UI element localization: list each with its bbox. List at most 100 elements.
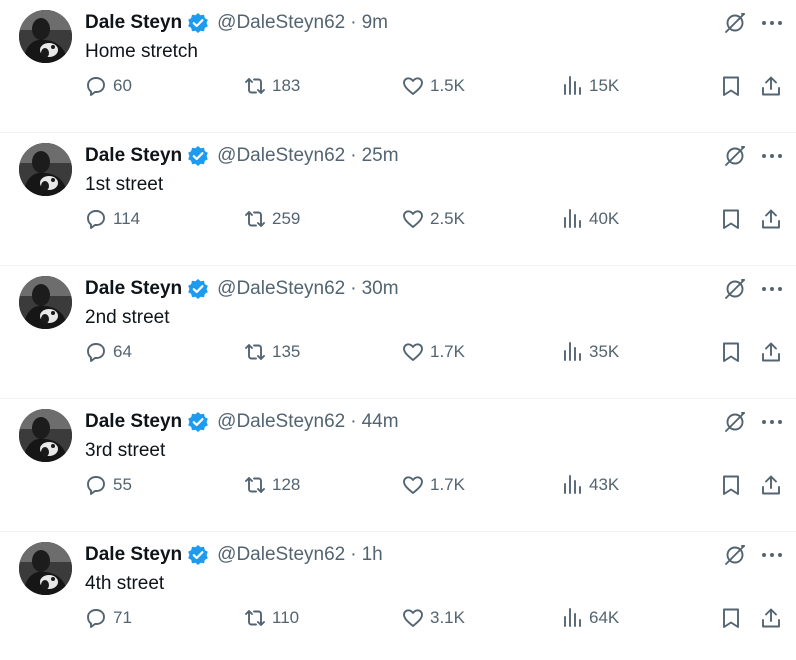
author-name[interactable]: Dale Steyn [85, 411, 182, 433]
tweet-actions: 64 135 1.7K 35K [0, 340, 796, 364]
views-count: 64K [589, 608, 620, 627]
reply-button[interactable]: 60 [84, 74, 132, 98]
share-icon [762, 209, 780, 229]
reply-count: 64 [113, 342, 132, 361]
bookmark-button[interactable] [719, 207, 743, 231]
more-icon[interactable] [759, 276, 785, 302]
like-button[interactable]: 1.7K [401, 473, 465, 497]
tweet-text: 3rd street [85, 440, 166, 461]
author-name[interactable]: Dale Steyn [85, 278, 182, 300]
grok-icon[interactable] [722, 143, 748, 169]
bookmark-icon [723, 209, 739, 229]
separator-dot: · [350, 145, 357, 166]
heart-icon [403, 609, 423, 627]
tweet-text: 1st street [85, 174, 164, 195]
retweet-button[interactable]: 183 [243, 74, 300, 98]
like-button[interactable]: 1.7K [401, 340, 465, 364]
author-name[interactable]: Dale Steyn [85, 12, 182, 34]
grok-icon[interactable] [722, 10, 748, 36]
retweet-icon [245, 477, 265, 493]
retweet-count: 135 [272, 342, 301, 361]
bookmark-button[interactable] [719, 74, 743, 98]
tweet-header: Dale Steyn @DaleSteyn62 · 44m [85, 410, 399, 434]
views-count: 35K [589, 342, 620, 361]
views-button[interactable]: 40K [560, 207, 619, 231]
more-icon[interactable] [759, 542, 785, 568]
reply-count: 114 [113, 209, 141, 228]
timestamp-link[interactable]: 30m [362, 278, 399, 300]
avatar[interactable] [19, 542, 72, 595]
avatar[interactable] [19, 143, 72, 196]
views-count: 15K [589, 76, 620, 95]
tweet[interactable]: Dale Steyn @DaleSteyn62 · 44m 3rd street [0, 399, 796, 532]
heart-icon [403, 77, 423, 95]
bookmark-button[interactable] [719, 473, 743, 497]
avatar-photo-icon [19, 10, 72, 63]
share-button[interactable] [759, 207, 783, 231]
tweet-text: 2nd street [85, 307, 170, 328]
more-icon[interactable] [759, 143, 785, 169]
retweet-button[interactable]: 135 [243, 340, 300, 364]
author-name[interactable]: Dale Steyn [85, 145, 182, 167]
like-count: 3.1K [430, 608, 465, 627]
timestamp-link[interactable]: 44m [362, 411, 399, 433]
avatar[interactable] [19, 10, 72, 63]
tweet-text: Home stretch [85, 41, 198, 62]
share-button[interactable] [759, 74, 783, 98]
avatar[interactable] [19, 276, 72, 329]
share-button[interactable] [759, 473, 783, 497]
timestamp-link[interactable]: 25m [362, 145, 399, 167]
bookmark-icon [723, 608, 739, 628]
tweet-header: Dale Steyn @DaleSteyn62 · 9m [85, 11, 388, 35]
timestamp-link[interactable]: 1h [362, 544, 383, 566]
like-button[interactable]: 3.1K [401, 606, 465, 630]
author-handle[interactable]: @DaleSteyn62 [217, 411, 345, 433]
bookmark-button[interactable] [719, 340, 743, 364]
share-button[interactable] [759, 340, 783, 364]
retweet-button[interactable]: 110 [243, 606, 299, 630]
views-button[interactable]: 35K [560, 340, 619, 364]
tweet[interactable]: Dale Steyn @DaleSteyn62 · 1h 4th street [0, 532, 796, 660]
retweet-count: 183 [272, 76, 301, 95]
reply-count: 55 [113, 475, 132, 494]
author-handle[interactable]: @DaleSteyn62 [217, 278, 345, 300]
like-button[interactable]: 1.5K [401, 74, 465, 98]
retweet-count: 110 [272, 608, 300, 627]
reply-button[interactable]: 71 [84, 606, 132, 630]
reply-count: 71 [113, 608, 132, 627]
retweet-button[interactable]: 128 [243, 473, 300, 497]
tweet[interactable]: Dale Steyn @DaleSteyn62 · 25m 1st street [0, 133, 796, 266]
tweet[interactable]: Dale Steyn @DaleSteyn62 · 30m 2nd street [0, 266, 796, 399]
views-button[interactable]: 15K [560, 74, 619, 98]
avatar[interactable] [19, 409, 72, 462]
verified-badge-icon [188, 412, 208, 432]
tweet-actions: 71 110 3.1K 64K [0, 606, 796, 630]
share-button[interactable] [759, 606, 783, 630]
verified-badge-icon [188, 545, 208, 565]
grok-icon[interactable] [722, 276, 748, 302]
retweet-button[interactable]: 259 [243, 207, 300, 231]
reply-icon [87, 609, 105, 628]
reply-button[interactable]: 64 [84, 340, 132, 364]
more-icon[interactable] [759, 10, 785, 36]
verified-badge-icon [188, 146, 208, 166]
reply-button[interactable]: 55 [84, 473, 132, 497]
tweet[interactable]: Dale Steyn @DaleSteyn62 · 9m Home stretc… [0, 0, 796, 133]
share-icon [762, 342, 780, 362]
reply-button[interactable]: 114 [84, 207, 140, 231]
bookmark-button[interactable] [719, 606, 743, 630]
author-handle[interactable]: @DaleSteyn62 [217, 544, 345, 566]
more-icon[interactable] [759, 409, 785, 435]
heart-icon [403, 343, 423, 361]
grok-icon[interactable] [722, 542, 748, 568]
author-handle[interactable]: @DaleSteyn62 [217, 145, 345, 167]
grok-icon[interactable] [722, 409, 748, 435]
heart-icon [403, 210, 423, 228]
author-handle[interactable]: @DaleSteyn62 [217, 12, 345, 34]
timestamp-link[interactable]: 9m [362, 12, 388, 34]
like-button[interactable]: 2.5K [401, 207, 465, 231]
views-button[interactable]: 64K [560, 606, 619, 630]
views-button[interactable]: 43K [560, 473, 619, 497]
author-name[interactable]: Dale Steyn [85, 544, 182, 566]
views-bar-chart-icon [564, 608, 581, 627]
